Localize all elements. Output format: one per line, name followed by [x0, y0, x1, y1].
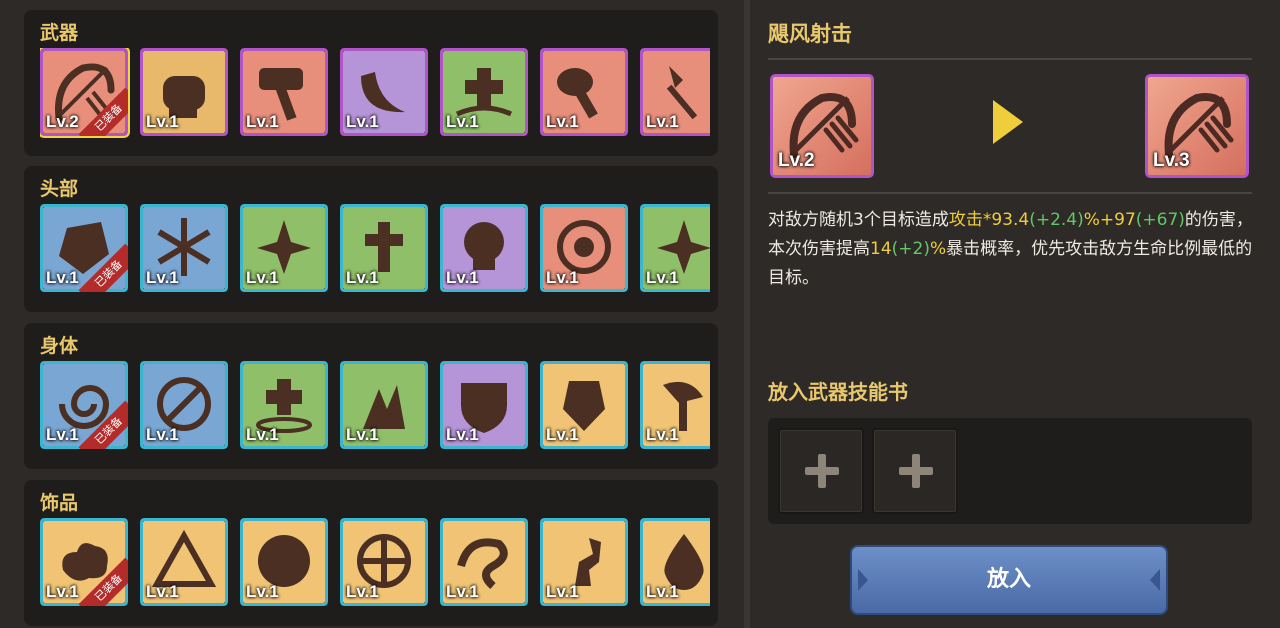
level-label: Lv.1 — [46, 582, 79, 601]
level-label: Lv.1 — [246, 582, 279, 601]
skill-detail-panel: 飓风射击 Lv.2 Lv.3 对敌方随机3个目标造成攻击*93.4(+2.4)%… — [750, 0, 1280, 628]
skill-tile[interactable]: Lv.1 — [240, 361, 328, 449]
tile-row[interactable]: Lv.2 已装备 Lv.1 Lv.1 Lv.1 Lv.1 Lv.1 Lv.1 — [40, 48, 710, 140]
level-label: Lv.1 — [46, 268, 79, 287]
skill-tile[interactable]: Lv.2 已装备 — [40, 48, 130, 138]
level-label: Lv.1 — [146, 582, 179, 601]
desc-highlight: % — [929, 239, 947, 259]
skill-book-title: 放入武器技能书 — [768, 380, 908, 404]
level-label: Lv.1 — [246, 112, 279, 131]
level-label: Lv.1 — [146, 268, 179, 287]
skill-tile[interactable]: Lv.1 — [440, 518, 528, 606]
level-label: Lv.1 — [546, 582, 579, 601]
skill-tile[interactable]: Lv.1 — [240, 518, 328, 606]
skill-tile[interactable]: Lv.1 — [140, 48, 228, 136]
section-title: 武器 — [40, 22, 79, 44]
desc-highlight: 攻击*93.4 — [948, 210, 1030, 230]
level-label: Lv.1 — [446, 582, 479, 601]
skill-tile[interactable]: Lv.1 — [440, 361, 528, 449]
skill-tile[interactable]: Lv.1 — [140, 204, 228, 292]
section-title: 头部 — [40, 178, 79, 200]
skill-tile[interactable]: Lv.1 — [340, 48, 428, 136]
current-skill-tile: Lv.2 — [770, 74, 874, 178]
skill-tile[interactable]: Lv.1 已装备 — [40, 518, 128, 606]
level-label: Lv.1 — [246, 268, 279, 287]
divider-line — [768, 192, 1252, 194]
level-label: Lv.1 — [446, 112, 479, 131]
upgrade-arrow-icon — [993, 100, 1023, 144]
skill-tile[interactable]: Lv.1 — [340, 361, 428, 449]
level-label: Lv.1 — [646, 582, 679, 601]
skill-tile[interactable]: Lv.1 — [640, 48, 710, 136]
level-label: Lv.1 — [246, 425, 279, 444]
tile-row[interactable]: Lv.1 已装备 Lv.1 Lv.1 Lv.1 Lv.1 Lv.1 Lv.1 — [40, 518, 710, 610]
level-label: Lv.1 — [446, 425, 479, 444]
desc-highlight: %+97 — [1083, 210, 1136, 230]
skill-tile[interactable]: Lv.1 已装备 — [40, 361, 128, 449]
skill-tile[interactable]: Lv.1 — [140, 361, 228, 449]
skill-tile[interactable]: Lv.1 — [540, 361, 628, 449]
skill-tile[interactable]: Lv.1 — [640, 518, 710, 606]
skill-tile[interactable]: Lv.1 — [640, 361, 710, 449]
plus-icon — [805, 467, 839, 475]
section-title: 身体 — [40, 335, 79, 357]
skill-tile[interactable]: Lv.1 — [640, 204, 710, 292]
plus-icon — [899, 467, 933, 475]
left-deco-icon — [858, 569, 868, 591]
right-deco-icon — [1150, 569, 1160, 591]
desc-bonus: (+2.4) — [1029, 210, 1084, 230]
level-label: Lv.1 — [346, 112, 379, 131]
skill-description: 对敌方随机3个目标造成攻击*93.4(+2.4)%+97(+67)的伤害，本次伤… — [768, 206, 1258, 293]
level-label: Lv.1 — [346, 425, 379, 444]
desc-text: 对敌方随机3个目标造成 — [768, 210, 949, 230]
level-label: Lv.1 — [646, 112, 679, 131]
skill-tile[interactable]: Lv.1 — [240, 204, 328, 292]
level-label: Lv.1 — [646, 268, 679, 287]
section-weapon: 武器 Lv.2 已装备 Lv.1 Lv.1 Lv.1 Lv.1 Lv.1 Lv.1 — [24, 10, 718, 156]
level-label: Lv.1 — [546, 425, 579, 444]
skill-tile[interactable]: Lv.1 — [340, 518, 428, 606]
skill-tile[interactable]: Lv.1 — [440, 48, 528, 136]
section-head: 头部 Lv.1 已装备 Lv.1 Lv.1 Lv.1 Lv.1 Lv.1 Lv.1 — [24, 166, 718, 312]
level-label: Lv.2 — [46, 112, 79, 131]
level-label: Lv.1 — [346, 268, 379, 287]
desc-highlight: 14 — [870, 239, 892, 259]
book-slot[interactable] — [872, 428, 958, 514]
skill-tile[interactable]: Lv.1 — [240, 48, 328, 136]
level-label: Lv.1 — [146, 425, 179, 444]
skill-tile[interactable]: Lv.1 已装备 — [40, 204, 128, 292]
skill-name: 飓风射击 — [768, 22, 852, 46]
level-label: Lv.1 — [146, 112, 179, 131]
level-label: Lv.1 — [646, 425, 679, 444]
skill-tile[interactable]: Lv.1 — [140, 518, 228, 606]
level-label: Lv.3 — [1153, 150, 1190, 171]
level-label: Lv.2 — [778, 150, 815, 171]
skill-screen: 武器 Lv.2 已装备 Lv.1 Lv.1 Lv.1 Lv.1 Lv.1 Lv.1 头部 Lv… — [0, 0, 1280, 628]
level-label: Lv.1 — [446, 268, 479, 287]
desc-bonus: (+2) — [891, 239, 930, 259]
level-label: Lv.1 — [546, 112, 579, 131]
section-body: 身体 Lv.1 已装备 Lv.1 Lv.1 Lv.1 Lv.1 Lv.1 Lv.1 — [24, 323, 718, 469]
skill-tile[interactable]: Lv.1 — [440, 204, 528, 292]
put-in-label: 放入 — [986, 567, 1031, 592]
skill-tile[interactable]: Lv.1 — [540, 518, 628, 606]
put-in-button[interactable]: 放入 — [850, 545, 1168, 615]
level-label: Lv.1 — [346, 582, 379, 601]
book-slot[interactable] — [778, 428, 864, 514]
skill-book-slots — [768, 418, 1252, 524]
tile-row[interactable]: Lv.1 已装备 Lv.1 Lv.1 Lv.1 Lv.1 Lv.1 Lv.1 — [40, 204, 710, 296]
divider-line — [768, 58, 1252, 60]
skill-list-panel: 武器 Lv.2 已装备 Lv.1 Lv.1 Lv.1 Lv.1 Lv.1 Lv.1 头部 Lv… — [0, 0, 744, 628]
next-skill-tile: Lv.3 — [1145, 74, 1249, 178]
skill-tile[interactable]: Lv.1 — [340, 204, 428, 292]
section-accessory: 饰品 Lv.1 已装备 Lv.1 Lv.1 Lv.1 Lv.1 Lv.1 Lv.1 — [24, 480, 718, 626]
skill-tile[interactable]: Lv.1 — [540, 204, 628, 292]
section-title: 饰品 — [40, 492, 79, 514]
tile-row[interactable]: Lv.1 已装备 Lv.1 Lv.1 Lv.1 Lv.1 Lv.1 Lv.1 — [40, 361, 710, 453]
level-label: Lv.1 — [546, 268, 579, 287]
desc-bonus: (+67) — [1135, 210, 1185, 230]
level-label: Lv.1 — [46, 425, 79, 444]
skill-tile[interactable]: Lv.1 — [540, 48, 628, 136]
